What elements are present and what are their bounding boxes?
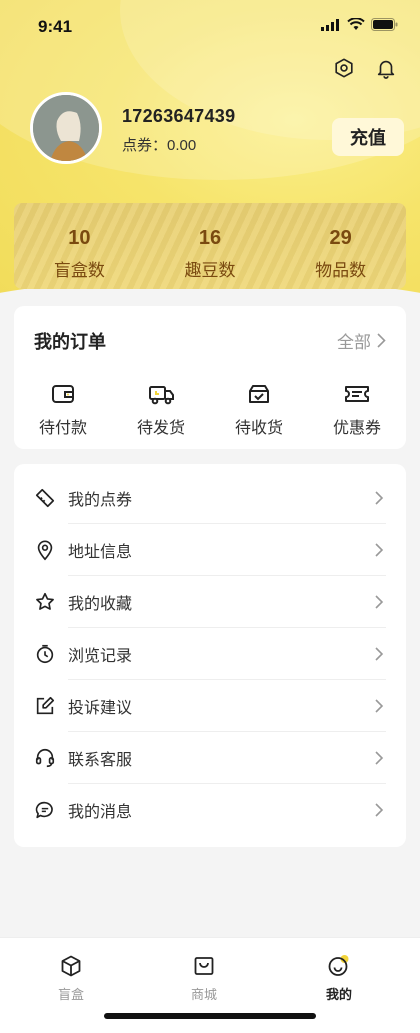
menu-item-my-points[interactable]: 我的点券 <box>14 472 406 524</box>
menu-item-messages[interactable]: 我的消息 <box>14 784 406 836</box>
status-bar: 9:41 <box>0 0 420 52</box>
order-item-label: 优惠券 <box>332 420 381 437</box>
menu-item-label: 我的收藏 <box>68 596 133 613</box>
cellular-signal-icon <box>321 18 339 31</box>
stat-value: 29 <box>329 227 352 249</box>
menu-item-label: 我的消息 <box>68 804 133 821</box>
wallet-icon <box>52 385 74 403</box>
ticket-icon <box>34 487 56 509</box>
tab-blind-box[interactable]: 盲盒 <box>26 954 116 1003</box>
smiley-icon <box>328 955 349 976</box>
coupon-icon <box>345 386 369 402</box>
box-check-icon <box>249 385 269 403</box>
menu-item-label: 地址信息 <box>68 544 133 561</box>
stat-label: 趣豆数 <box>184 261 236 280</box>
chevron-right-icon <box>375 543 384 557</box>
order-item-label: 待付款 <box>38 420 87 437</box>
points-label: 点券： <box>122 137 168 154</box>
shopping-bag-icon <box>194 957 214 975</box>
stat-items[interactable]: 29 物品数 <box>275 203 406 289</box>
status-time: 9:41 <box>38 17 73 36</box>
menu-item-address[interactable]: 地址信息 <box>14 524 406 576</box>
menu-item-label: 联系客服 <box>68 752 133 769</box>
location-pin-icon <box>34 539 56 561</box>
my-orders-card: 我的订单 全部 待付款 待发货 待收货 优惠券 <box>14 306 406 449</box>
orders-status-row: 待付款 待发货 待收货 优惠券 <box>14 382 406 438</box>
chevron-right-icon <box>375 647 384 661</box>
order-pending-payment[interactable]: 待付款 <box>14 382 112 438</box>
orders-view-all-link[interactable]: 全部 <box>337 328 386 353</box>
stat-value: 10 <box>68 227 91 249</box>
cube-icon <box>61 955 81 977</box>
tab-mine[interactable]: 我的 <box>294 954 384 1003</box>
bell-icon <box>377 60 395 79</box>
orders-title: 我的订单 <box>34 332 106 352</box>
battery-icon <box>371 18 398 31</box>
recharge-button[interactable]: 充值 <box>332 118 404 156</box>
notifications-button[interactable] <box>374 56 398 80</box>
header-actions <box>332 56 398 80</box>
user-phone-number: 17263647439 <box>122 106 236 126</box>
chevron-right-icon <box>375 751 384 765</box>
chevron-right-icon <box>375 803 384 817</box>
tab-mall[interactable]: 商城 <box>159 954 249 1003</box>
edit-square-icon <box>34 695 56 717</box>
stat-value: 16 <box>198 227 222 249</box>
stat-fun-beans[interactable]: 16 趣豆数 <box>145 203 276 289</box>
wifi-icon <box>347 18 365 30</box>
tab-label: 盲盒 <box>57 987 84 1002</box>
stat-label: 物品数 <box>315 261 367 280</box>
menu-item-label: 浏览记录 <box>68 648 133 665</box>
order-pending-receipt[interactable]: 待收货 <box>210 382 308 438</box>
settings-button[interactable] <box>332 56 356 80</box>
tab-label: 商城 <box>190 987 217 1002</box>
menu-item-favorites[interactable]: 我的收藏 <box>14 576 406 628</box>
stat-blind-boxes[interactable]: 10 盲盒数 <box>14 203 145 289</box>
avatar[interactable] <box>30 92 102 164</box>
headset-icon <box>34 747 56 769</box>
chevron-right-icon <box>375 491 384 505</box>
menu-item-label: 我的点券 <box>68 492 133 509</box>
star-icon <box>34 591 56 613</box>
orders-all-label: 全部 <box>337 333 371 352</box>
order-coupons[interactable]: 优惠券 <box>308 382 406 438</box>
chevron-right-icon <box>375 595 384 609</box>
status-icons <box>321 18 398 31</box>
order-item-label: 待收货 <box>234 420 283 437</box>
points-value: 0.00 <box>167 137 197 154</box>
history-clock-icon <box>34 643 56 665</box>
truck-icon <box>149 386 174 405</box>
stat-label: 盲盒数 <box>53 261 105 280</box>
user-points: 点券：0.00 <box>122 134 196 155</box>
home-indicator <box>104 1013 316 1019</box>
order-item-label: 待发货 <box>136 420 185 437</box>
menu-item-customer-service[interactable]: 联系客服 <box>14 732 406 784</box>
menu-item-complaints[interactable]: 投诉建议 <box>14 680 406 732</box>
order-pending-shipment[interactable]: 待发货 <box>112 382 210 438</box>
menu-item-browsing-history[interactable]: 浏览记录 <box>14 628 406 680</box>
stats-card: 10 盲盒数 16 趣豆数 29 物品数 <box>14 203 406 289</box>
chevron-right-icon <box>375 699 384 713</box>
menu-list-card: 我的点券 地址信息 我的收藏 浏览记录 投诉建议 联系客服 我的消息 <box>14 464 406 847</box>
tab-label: 我的 <box>325 987 352 1002</box>
menu-item-label: 投诉建议 <box>68 700 133 717</box>
chevron-right-icon <box>377 333 386 348</box>
chat-bubble-icon <box>34 799 56 821</box>
hexagon-settings-icon <box>335 58 353 78</box>
